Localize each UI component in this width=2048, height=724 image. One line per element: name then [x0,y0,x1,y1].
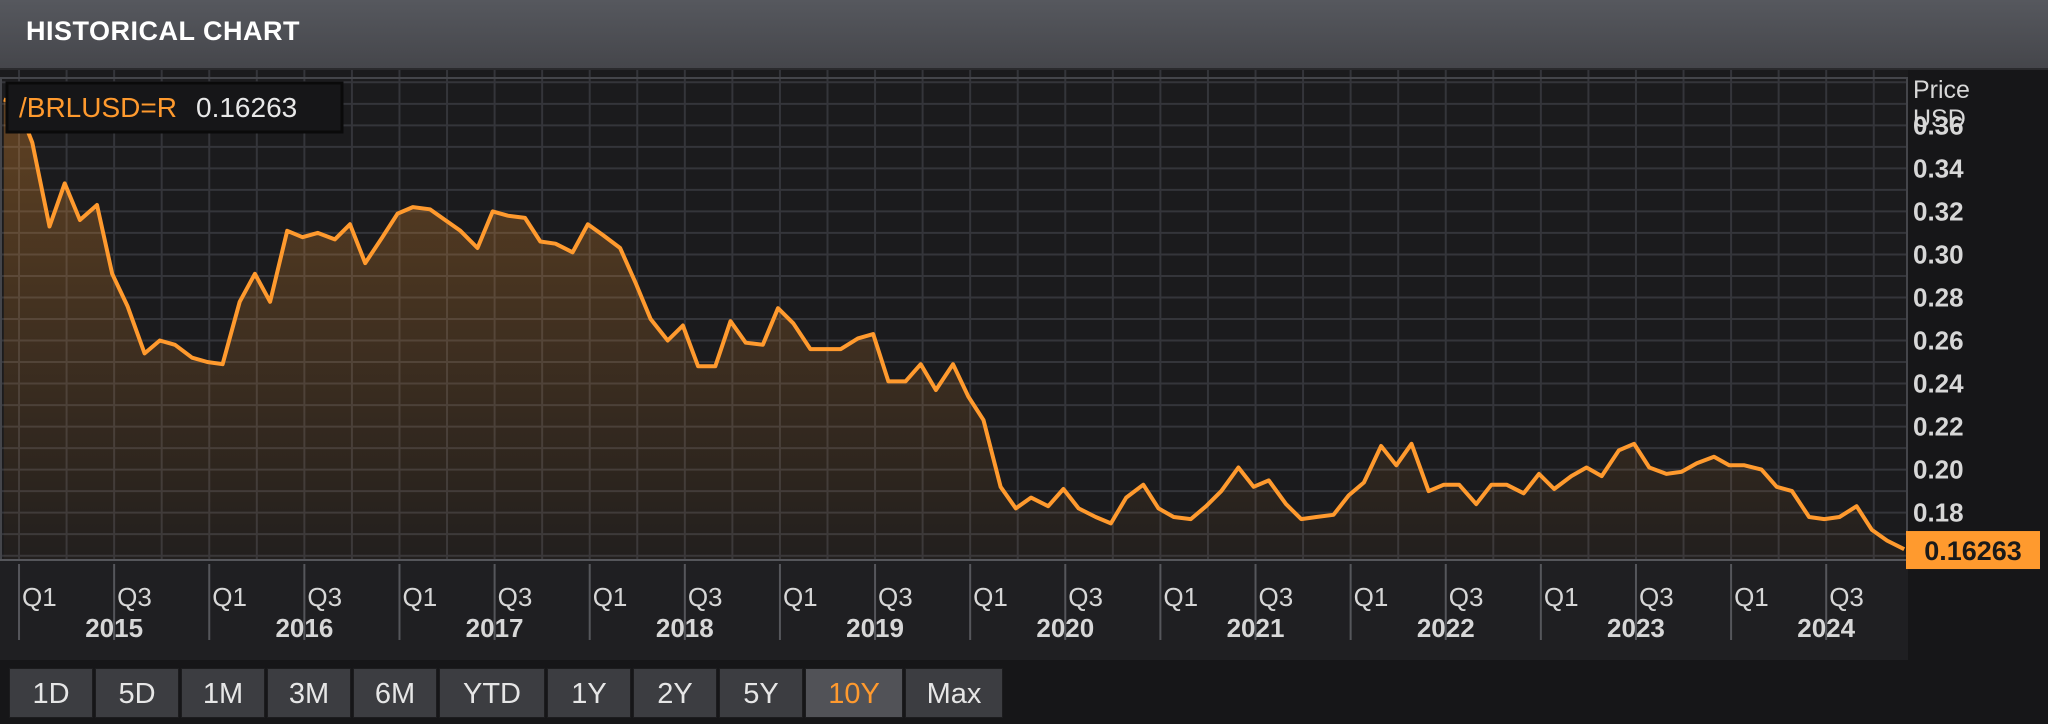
x-tick-label: Q3 [878,582,913,612]
x-axis-band [0,560,1908,660]
y-tick-label: 0.22 [1913,412,1964,442]
range-button-2y[interactable]: 2Y [633,668,717,718]
x-tick-label: Q1 [1734,582,1769,612]
x-year-label: 2021 [1227,613,1285,643]
x-tick-label: Q3 [1259,582,1294,612]
y-tick-label: 0.30 [1913,239,1964,269]
x-tick-label: Q1 [1544,582,1579,612]
x-tick-label: Q1 [973,582,1008,612]
x-tick-label: Q1 [22,582,57,612]
range-button-5y[interactable]: 5Y [719,668,803,718]
chart-header: HISTORICAL CHART [0,0,2048,70]
y-tick-label: 0.32 [1913,196,1964,226]
x-tick-label: Q3 [688,582,723,612]
historical-chart-panel: HISTORICAL CHART Q1 Q3 Q1 Q3 Q1 Q3 Q1 Q3 Q1 Q3 Q1 Q… [0,0,2048,724]
x-year-label: 2022 [1417,613,1475,643]
x-tick-label: Q1 [593,582,628,612]
x-year-label: 2017 [466,613,524,643]
range-button-3m[interactable]: 3M [267,668,351,718]
range-button-max[interactable]: Max [905,668,1003,718]
x-tick-label: Q1 [402,582,437,612]
y-tick-label: 0.28 [1913,282,1964,312]
range-button-1m[interactable]: 1M [181,668,265,718]
x-tick-label: Q3 [1068,582,1103,612]
y-tick-label: 0.34 [1913,153,1964,183]
range-button-6m[interactable]: 6M [353,668,437,718]
x-tick-label: Q1 [1354,582,1389,612]
price-chart[interactable]: Q1 Q3 Q1 Q3 Q1 Q3 Q1 Q3 Q1 Q3 Q1 Q3 Q1 Q3 Q1 Q3 Q1 Q3 Q1 Q3… [0,70,2048,660]
x-tick-label: Q3 [1449,582,1484,612]
x-tick-label: Q3 [498,582,533,612]
x-year-label: 2024 [1797,613,1855,643]
y-tick-label: 0.26 [1913,326,1964,356]
range-button-10y[interactable]: 10Y [805,668,903,718]
x-tick-label: Q1 [783,582,818,612]
y-tick-label: 0.24 [1913,369,1964,399]
last-value-tag: 0.16263 [1906,531,2040,570]
legend-box: /BRLUSD=R 0.16263 [5,81,344,134]
x-tick-label: Q3 [1639,582,1674,612]
legend-value: 0.16263 [196,92,297,123]
x-year-label: 2020 [1036,613,1094,643]
range-button-ytd[interactable]: YTD [439,668,545,718]
x-tick-label: Q1 [1163,582,1198,612]
range-button-1y[interactable]: 1Y [547,668,631,718]
x-year-label: 2016 [275,613,333,643]
x-tick-label: Q3 [1829,582,1864,612]
range-selector: 1D 5D 1M 3M 6M YTD 1Y 2Y 5Y 10Y Max [0,660,2048,724]
y-tick-labels: 0.180.200.220.240.260.280.300.320.340.36 [1913,110,1964,527]
x-tick-label: Q1 [212,582,247,612]
x-year-label: 2019 [846,613,904,643]
y-axis-label-line-1: Price [1913,76,1970,104]
y-axis-label-line-2: USD [1913,105,1966,133]
chart-header-title: HISTORICAL CHART [26,16,301,46]
range-button-5d[interactable]: 5D [95,668,179,718]
x-tick-label: Q3 [307,582,342,612]
x-year-label: 2018 [656,613,714,643]
legend-symbol: /BRLUSD=R [19,92,177,123]
last-value-label: 0.16263 [1924,536,2022,566]
y-tick-label: 0.20 [1913,455,1964,485]
range-button-1d[interactable]: 1D [9,668,93,718]
y-tick-label: 0.18 [1913,498,1964,528]
x-year-label: 2023 [1607,613,1665,643]
x-year-label: 2015 [85,613,143,643]
x-tick-label: Q3 [117,582,152,612]
